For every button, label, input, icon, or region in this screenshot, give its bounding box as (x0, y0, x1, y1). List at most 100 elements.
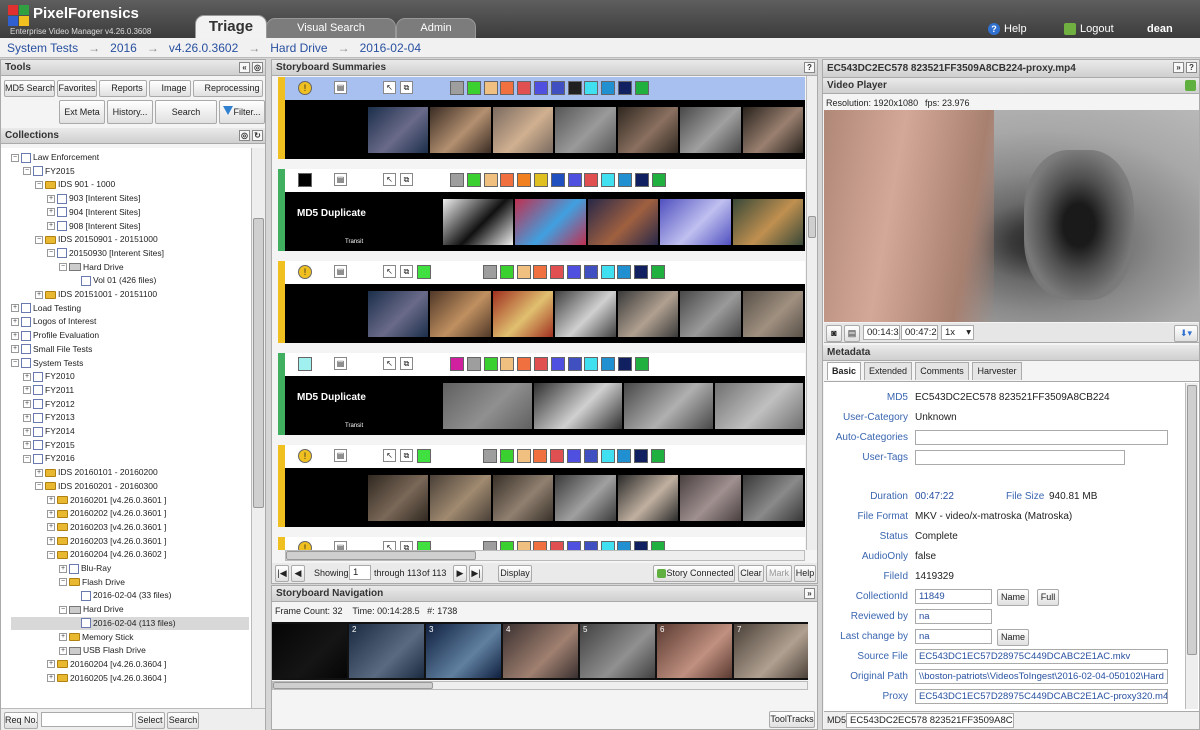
expand-icon[interactable]: + (59, 646, 67, 655)
tree-item[interactable]: + Small File Tests (11, 343, 92, 356)
print-icon[interactable]: ▤ (844, 325, 860, 342)
collection-full-button[interactable]: Full (1037, 589, 1059, 606)
tree-item[interactable]: + Logos of Interest (11, 315, 96, 328)
storyboard-frame[interactable] (660, 199, 731, 245)
scrollbar-thumb[interactable] (1187, 385, 1197, 655)
tab-visual-search[interactable]: Visual Search (266, 18, 396, 38)
status-md5-field[interactable]: EC543DC2EC578 823521FF3509A8CB224 (846, 713, 1014, 728)
tab-triage[interactable]: Triage (195, 15, 267, 38)
expand-icon[interactable]: + (23, 400, 31, 409)
tree-item[interactable]: − FY2016 (23, 452, 75, 465)
storyboard-strip[interactable]: ▤ ↖ ⧉ MD5 Duplicate Transit (278, 169, 805, 251)
reprocessing-button[interactable]: Reprocessing (193, 80, 263, 97)
expand-icon[interactable]: + (47, 537, 55, 546)
auto-categories-field[interactable] (915, 430, 1168, 445)
reviewed-by-field[interactable]: na (915, 609, 992, 624)
expand-icon[interactable]: + (47, 674, 55, 683)
navigation-frame[interactable]: 5 (580, 624, 655, 678)
storyboard-frame[interactable] (368, 475, 429, 521)
film-icon[interactable]: ▤ (334, 265, 347, 278)
search-button[interactable]: Search (155, 100, 217, 124)
copy-icon[interactable]: ⧉ (400, 173, 413, 186)
req-no-button[interactable]: Req No. (4, 712, 38, 729)
clear-button[interactable]: Clear (738, 565, 764, 582)
tree-item[interactable]: + Profile Evaluation (11, 329, 99, 342)
storyboard-frame[interactable] (430, 475, 491, 521)
storyboard-frame[interactable] (368, 291, 429, 337)
storyboard-frame[interactable] (732, 199, 803, 245)
storyboard-frame[interactable] (443, 199, 514, 245)
storyboard-frame[interactable] (617, 291, 679, 337)
storyboard-hscrollbar[interactable] (285, 550, 805, 561)
navigation-frame[interactable]: 7 (734, 624, 808, 678)
expand-icon[interactable]: + (35, 468, 43, 477)
tree-item[interactable]: +20160202 [v4.26.0.3601 ] (47, 507, 166, 520)
copy-icon[interactable]: ⧉ (400, 357, 413, 370)
proxy-field[interactable]: EC543DC1EC57D28975C449DCABC2E1AC-proxy32… (915, 689, 1168, 704)
scrollbar-thumb[interactable] (286, 551, 476, 560)
storyboard-frame[interactable] (587, 199, 659, 245)
favorites-button[interactable]: Favorites (57, 80, 97, 97)
expand-icon[interactable]: + (11, 331, 19, 340)
collapse-icon[interactable]: − (35, 180, 43, 189)
storyboard-frame[interactable] (742, 475, 803, 521)
tree-item[interactable]: − 20150930 [Interent Sites] (47, 247, 164, 260)
storyboard-frame[interactable] (515, 199, 586, 245)
select-icon[interactable]: ↖ (383, 449, 396, 462)
tree-item[interactable]: + Load Testing (11, 302, 81, 315)
storyboard-strip[interactable]: ! ▤ ↖ ⧉ (278, 77, 805, 159)
original-path-field[interactable]: \\boston-patriots\VideosToIngest\2016-02… (915, 669, 1168, 684)
tree-item[interactable]: + FY2015 (23, 439, 75, 452)
storyboard-frame[interactable] (742, 291, 803, 337)
tree-item[interactable]: +20160205 [v4.26.0.3604 ] (47, 672, 166, 685)
tree-search-button[interactable]: Search (167, 712, 199, 729)
tree-item[interactable]: +20160201 [v4.26.0.3601 ] (47, 494, 166, 507)
storyboard-frame[interactable] (617, 107, 679, 153)
select-icon[interactable]: ↖ (383, 81, 396, 94)
expand-icon[interactable]: + (47, 660, 55, 669)
tree-item[interactable]: − Hard Drive (59, 261, 124, 274)
tree-item[interactable]: − 20160204 [v4.26.0.3602 ] (47, 548, 166, 561)
ext-meta-button[interactable]: Ext Meta (59, 100, 105, 124)
tab-basic[interactable]: Basic (827, 362, 861, 380)
storyboard-frame[interactable] (680, 107, 741, 153)
collection-id-field[interactable]: 11849 (915, 589, 992, 604)
expand-icon[interactable]: + (23, 441, 31, 450)
storyboard-frame[interactable] (492, 475, 554, 521)
expand-icon[interactable]: + (11, 317, 19, 326)
expand-icon[interactable]: + (47, 194, 55, 203)
source-file-field[interactable]: EC543DC1EC57D28975C449DCABC2E1AC.mkv (915, 649, 1168, 664)
tab-harvester[interactable]: Harvester (972, 362, 1022, 380)
breadcrumb-item[interactable]: 2016-02-04 (360, 41, 421, 55)
user-tags-field[interactable] (915, 450, 1125, 465)
storyboard-strip[interactable]: ! ▤ ↖ ⧉ (278, 445, 805, 527)
tree-item[interactable]: + FY2012 (23, 398, 75, 411)
storyboard-frame[interactable] (443, 383, 532, 429)
page-input[interactable]: 1 (349, 565, 371, 580)
breadcrumb-item[interactable]: Hard Drive (270, 41, 327, 55)
storyboard-frame[interactable] (624, 383, 713, 429)
camera-icon[interactable]: ◙ (826, 325, 842, 342)
storyboard-frame[interactable] (430, 291, 491, 337)
storyboard-frame[interactable] (680, 291, 741, 337)
tree-item[interactable]: +904 [Interent Sites] (47, 206, 140, 219)
storyboard-frame[interactable] (617, 475, 679, 521)
pager-help-button[interactable]: Help (794, 565, 816, 582)
req-no-input[interactable] (41, 712, 133, 727)
navigation-frame[interactable] (272, 624, 347, 678)
tree-item[interactable]: + FY2011 (23, 384, 74, 397)
collapse-icon[interactable]: − (59, 263, 67, 272)
breadcrumb-item[interactable]: v4.26.0.3602 (169, 41, 238, 55)
tree-item[interactable]: + USB Flash Drive (59, 644, 146, 657)
expand-icon[interactable]: + (23, 427, 31, 436)
tree-item[interactable]: +20160204 [v4.26.0.3604 ] (47, 658, 166, 671)
expand-icon[interactable]: + (47, 208, 55, 217)
storyboard-frame[interactable] (680, 475, 741, 521)
select-button[interactable]: Select (135, 712, 165, 729)
tree-item[interactable]: +903 [Interent Sites] (47, 192, 140, 205)
storyboard-strip[interactable]: ▤ ↖ ⧉ MD5 Duplicate Transit (278, 353, 805, 435)
navigation-hscrollbar[interactable] (272, 681, 808, 690)
film-icon[interactable]: ▤ (334, 449, 347, 462)
collapse-icon[interactable]: − (11, 153, 19, 162)
tree-item[interactable]: + IDS 20151001 - 20151100 (35, 288, 157, 301)
